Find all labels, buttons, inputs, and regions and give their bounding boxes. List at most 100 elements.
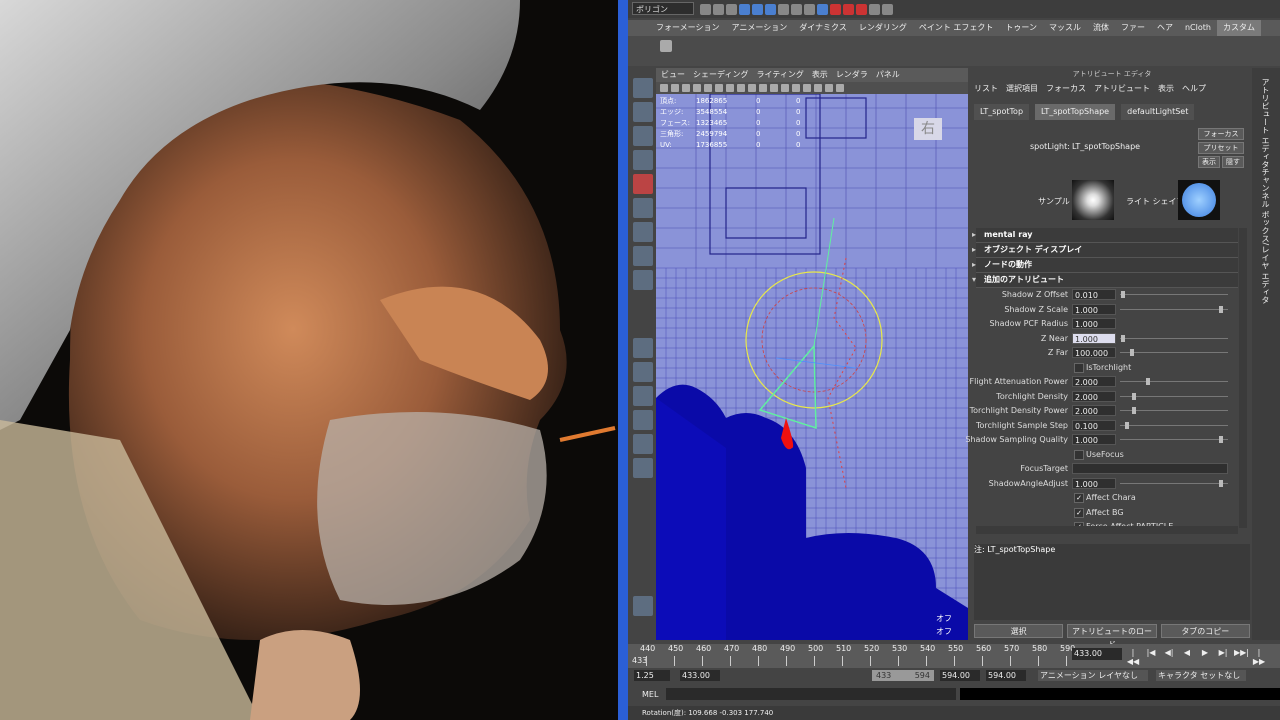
gate-mask-icon[interactable] — [737, 84, 745, 92]
camera-attr-icon[interactable] — [671, 84, 679, 92]
attribute-slider-knob[interactable] — [1132, 392, 1137, 400]
ae-menu-item[interactable]: フォーカス — [1046, 82, 1086, 96]
select-button[interactable]: 選択 — [974, 624, 1064, 638]
open-scene-icon[interactable] — [713, 3, 724, 15]
shelf-tab[interactable]: マッスル — [1043, 20, 1087, 36]
section-mental-ray[interactable]: mental ray — [972, 228, 1238, 243]
attribute-value-field[interactable]: 1.000 — [1072, 318, 1116, 329]
bookmark-icon[interactable] — [682, 84, 690, 92]
start-time-field[interactable]: 433.00 — [680, 670, 720, 681]
snap-point-icon[interactable] — [804, 3, 815, 15]
show-button[interactable]: 表示 — [1198, 156, 1220, 168]
shelf-tab[interactable]: ヘア — [1151, 20, 1179, 36]
step-back-key-button[interactable]: |◀ — [1144, 648, 1158, 666]
attribute-slider[interactable] — [1120, 436, 1228, 443]
attribute-value-field[interactable]: 1.000 — [1072, 434, 1116, 445]
load-attributes-button[interactable]: アトリビュートのロード — [1067, 624, 1157, 649]
viewport-menu-item[interactable]: レンダラ — [833, 68, 871, 82]
attribute-value-field[interactable]: 2.000 — [1072, 405, 1116, 416]
rotate-tool-icon[interactable] — [633, 174, 653, 194]
shelf-tab[interactable]: ペイント エフェクト — [913, 20, 1000, 36]
grid-icon[interactable] — [704, 84, 712, 92]
ae-horizontal-scrollbar[interactable] — [976, 526, 1238, 534]
layout-graph-icon[interactable] — [633, 434, 653, 454]
layout-single-icon[interactable] — [633, 338, 653, 358]
select-hierarchy-icon[interactable] — [739, 3, 750, 15]
current-time-field[interactable]: 433.00 — [1072, 648, 1122, 660]
shelf-tab[interactable]: 流体 — [1087, 20, 1115, 36]
last-tool-icon[interactable] — [633, 270, 653, 290]
presets-button[interactable]: プリセット — [1198, 142, 1244, 154]
step-forward-frame-button[interactable]: ▶| — [1216, 648, 1230, 666]
attribute-value-field[interactable]: 1.000 — [1072, 477, 1116, 489]
attribute-checkbox[interactable]: ✓ — [1074, 507, 1084, 518]
attribute-slider[interactable] — [1120, 291, 1228, 298]
viewport-menu-item[interactable]: ライティング — [753, 68, 806, 82]
attribute-slider-knob[interactable] — [1125, 421, 1130, 429]
input-line-icon[interactable] — [869, 3, 880, 15]
attribute-checkbox[interactable] — [1074, 362, 1084, 373]
film-gate-icon[interactable] — [715, 84, 723, 92]
attribute-slider[interactable] — [1120, 378, 1228, 385]
shelf-tab-custom[interactable]: カスタム — [1216, 20, 1261, 36]
universal-manip-icon[interactable] — [633, 222, 653, 242]
layout-two-icon[interactable] — [633, 386, 653, 406]
layout-four-icon[interactable] — [633, 362, 653, 382]
tab-attribute-editor[interactable]: アトリビュート エディタ — [1260, 78, 1271, 169]
ae-menu-item[interactable]: 表示 — [1158, 82, 1174, 96]
ae-menu-item[interactable]: ヘルプ — [1182, 82, 1206, 96]
step-back-frame-button[interactable]: ◀| — [1162, 648, 1176, 666]
shelf-tab[interactable]: フォーメーション — [650, 20, 726, 36]
end-time-field[interactable]: 594.00 — [940, 670, 980, 681]
section-extra-attributes[interactable]: 追加のアトリビュート — [972, 273, 1238, 288]
lasso-tool-icon[interactable] — [633, 102, 653, 122]
attribute-value-field[interactable]: 1.000 — [1072, 303, 1116, 315]
range-bar[interactable]: 433 594 — [872, 670, 934, 681]
textured-icon[interactable] — [792, 84, 800, 92]
fps-field[interactable]: 1.25 — [634, 670, 670, 681]
view-cube[interactable]: 右 — [914, 118, 942, 140]
attribute-slider-knob[interactable] — [1121, 291, 1126, 298]
attribute-slider[interactable] — [1120, 407, 1228, 414]
sample-swatch[interactable] — [1072, 180, 1114, 220]
attribute-slider-knob[interactable] — [1132, 407, 1137, 414]
ae-vertical-scrollbar[interactable] — [1239, 228, 1247, 528]
attribute-value-field[interactable]: 0.010 — [1072, 289, 1116, 300]
attribute-slider[interactable] — [1120, 421, 1228, 429]
attribute-slider[interactable] — [1120, 305, 1228, 313]
attribute-slider-knob[interactable] — [1218, 479, 1223, 487]
snap-curve-icon[interactable] — [791, 3, 802, 15]
attribute-slider[interactable] — [1120, 479, 1228, 487]
ae-menu-item[interactable]: リスト — [974, 82, 998, 96]
shelf-tab[interactable]: ファー — [1115, 20, 1151, 36]
attribute-checkbox[interactable]: ✓ — [1074, 493, 1084, 503]
shelf-script-icon[interactable] — [660, 40, 672, 52]
attribute-value-field[interactable]: 100.000 — [1072, 347, 1116, 358]
attribute-slider[interactable] — [1120, 349, 1228, 356]
attribute-slider-knob[interactable] — [1218, 305, 1223, 313]
save-scene-icon[interactable] — [726, 3, 737, 15]
xray-icon[interactable] — [836, 84, 844, 92]
attribute-slider-knob[interactable] — [1130, 349, 1135, 356]
go-to-start-button[interactable]: |◀◀ — [1126, 648, 1140, 666]
viewport-menu-item[interactable]: 表示 — [809, 68, 831, 82]
history-icon[interactable] — [817, 3, 828, 15]
viewport-panel[interactable]: ビュー シェーディング ライティング 表示 レンダラ パネル 頂点: 18628… — [656, 68, 968, 640]
tab-lt-spottop[interactable]: LT_spotTop — [974, 104, 1030, 120]
select-tool-icon[interactable] — [633, 78, 653, 98]
attribute-checkbox[interactable] — [1074, 449, 1084, 460]
mel-input[interactable] — [666, 688, 956, 700]
viewport-menu-item[interactable]: ビュー — [658, 68, 688, 82]
shelf-tab[interactable]: nCloth — [1179, 20, 1217, 36]
sidebar-toggle-icon[interactable] — [882, 3, 893, 15]
character-set-dropdown[interactable]: キャラクタ セットなし — [1156, 670, 1246, 681]
smooth-shade-icon[interactable] — [781, 84, 789, 92]
attribute-value-field[interactable]: 0.100 — [1072, 419, 1116, 431]
render-frame-icon[interactable] — [830, 3, 841, 15]
attribute-text-field[interactable] — [1072, 463, 1228, 474]
attribute-slider-knob[interactable] — [1146, 378, 1150, 385]
shelf-tab[interactable]: トゥーン — [999, 20, 1043, 36]
node-name-field[interactable]: LT_spotTopShape — [1072, 142, 1140, 151]
safe-action-icon[interactable] — [759, 84, 767, 92]
play-forwards-button[interactable]: ▶ — [1198, 648, 1212, 666]
